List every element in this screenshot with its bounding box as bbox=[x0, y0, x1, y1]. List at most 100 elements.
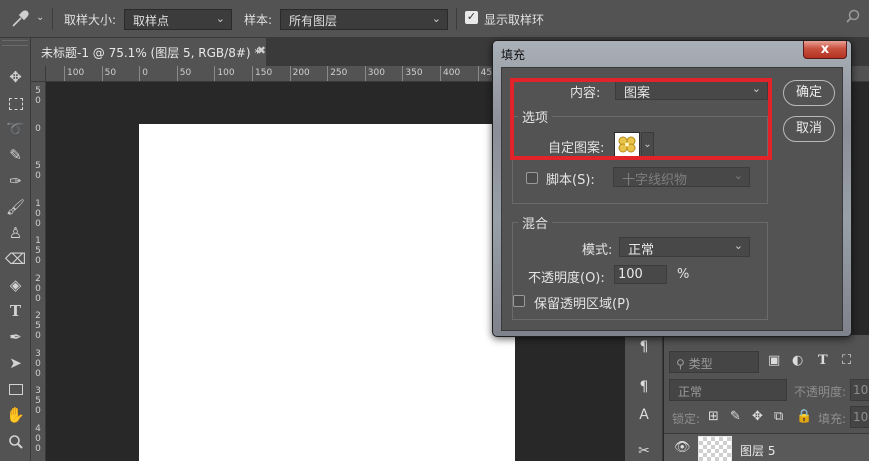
paint-bucket-icon[interactable]: ◈ bbox=[0, 273, 31, 297]
lock-brush-icon[interactable]: ✎ bbox=[730, 409, 741, 424]
sample-value: 所有图层 bbox=[289, 14, 338, 28]
ruler-tick bbox=[176, 66, 178, 81]
panel-grip[interactable] bbox=[2, 40, 28, 46]
lasso-icon[interactable]: ➰ bbox=[0, 117, 31, 141]
ruler-label: 0 bbox=[142, 68, 148, 78]
chevron-down-icon[interactable]: ⌄ bbox=[36, 12, 44, 23]
document-canvas[interactable] bbox=[139, 124, 515, 461]
layer-opacity-input[interactable]: 10 bbox=[850, 379, 869, 401]
brush-icon[interactable]: 🖌 bbox=[0, 195, 31, 219]
layer-blend-mode-value: 正常 bbox=[678, 385, 703, 399]
ruler-label: 50 bbox=[35, 86, 41, 106]
layer-fill-input[interactable]: 10 bbox=[850, 406, 869, 428]
eyedropper-icon[interactable]: ✑ bbox=[0, 169, 31, 193]
show-ring-checkbox[interactable]: ✓ bbox=[465, 11, 478, 24]
ruler-tick bbox=[289, 66, 291, 81]
script-checkbox[interactable] bbox=[526, 172, 538, 184]
adjustment-filter-icon[interactable]: ◐ bbox=[792, 353, 803, 368]
rectangle-icon[interactable] bbox=[0, 377, 31, 401]
zoom-icon[interactable] bbox=[0, 429, 31, 453]
panel-icon-strip: ¶ ¶ A ✂ bbox=[625, 335, 663, 461]
tools-preset-icon[interactable]: ✂ bbox=[633, 443, 655, 459]
layer-blend-mode-select[interactable]: 正常 bbox=[669, 379, 787, 401]
document-tab[interactable]: 未标题-1 @ 75.1% (图层 5, RGB/8#) * ✖ bbox=[31, 38, 266, 66]
path-select-icon[interactable]: ➤ bbox=[0, 351, 31, 375]
hand-icon[interactable]: ✋ bbox=[0, 403, 31, 427]
opacity-input[interactable]: 100 bbox=[614, 265, 667, 284]
marquee-icon[interactable] bbox=[0, 91, 31, 115]
image-filter-icon[interactable]: ▣ bbox=[768, 353, 780, 368]
type-icon[interactable]: T bbox=[0, 299, 31, 323]
character-styles-icon[interactable]: A bbox=[633, 407, 655, 423]
layer-filter-select[interactable]: ⚲ 类型 bbox=[669, 351, 759, 373]
sample-size-label: 取样大小: bbox=[64, 13, 117, 27]
cancel-button[interactable]: 取消 bbox=[783, 116, 835, 142]
layer-filter-value: 类型 bbox=[688, 357, 713, 371]
ruler-label: 200 bbox=[35, 273, 41, 304]
eraser-icon[interactable]: ⌫ bbox=[0, 247, 31, 271]
lock-position-icon[interactable]: ✥ bbox=[752, 409, 763, 424]
dialog-close-button[interactable]: x bbox=[803, 41, 847, 59]
paragraph-styles-icon[interactable]: ¶ bbox=[633, 379, 655, 395]
ruler-tick bbox=[214, 66, 216, 81]
paragraph-icon[interactable]: ¶ bbox=[633, 339, 655, 355]
quick-select-icon[interactable]: ✎ bbox=[0, 143, 31, 167]
ruler-label: 100 bbox=[67, 68, 85, 78]
mode-select[interactable]: 正常 ⌄ bbox=[619, 237, 750, 258]
sample-size-value: 取样点 bbox=[133, 14, 170, 28]
shape-filter-icon[interactable]: ⛶ bbox=[842, 353, 851, 368]
ruler-label: 50 bbox=[35, 161, 41, 181]
lock-all-icon[interactable]: 🔒 bbox=[796, 409, 812, 424]
ruler-tick bbox=[139, 66, 141, 81]
ok-button-label: 确定 bbox=[795, 85, 822, 100]
layer-row[interactable]: 👁 图层 5 bbox=[664, 433, 869, 461]
ruler-label: 100 bbox=[217, 68, 235, 78]
ruler-label: 200 bbox=[292, 68, 310, 78]
search-icon[interactable] bbox=[845, 9, 861, 29]
ruler-tick bbox=[402, 66, 404, 81]
mode-value: 正常 bbox=[628, 243, 655, 258]
ruler-left: 50 0 50 100 150 200 250 300 350 400 bbox=[31, 82, 46, 461]
ruler-label: 300 bbox=[367, 68, 385, 78]
script-select[interactable]: 十字线织物 ⌄ bbox=[613, 167, 750, 188]
ruler-label: 400 bbox=[35, 423, 41, 454]
pen-icon[interactable]: ✒ bbox=[0, 325, 31, 349]
type-filter-icon[interactable]: T bbox=[818, 353, 828, 368]
dialog-body: 内容: 图案 ⌄ 选项 自定图案: ⌄ 脚本(S): 十字线织物 ⌄ 混合 模式… bbox=[501, 67, 843, 331]
ruler-label: 250 bbox=[330, 68, 348, 78]
layers-panel: ⚲ 类型 ▣ ◐ T ⛶ 正常 不透明度: 10 锁定: ⊞ ✎ ✥ ⧉ 🔒 填… bbox=[664, 335, 869, 461]
opacity-value: 100 bbox=[618, 267, 643, 282]
show-ring-label: 显示取样环 bbox=[484, 13, 545, 27]
ruler-tick bbox=[440, 66, 441, 81]
chevron-down-icon: ⌄ bbox=[215, 12, 225, 25]
lock-artboard-icon[interactable]: ⧉ bbox=[774, 409, 783, 424]
preserve-transparency-checkbox[interactable] bbox=[513, 295, 525, 307]
fill-label: 填充: bbox=[818, 412, 847, 426]
ruler-label: 100 bbox=[35, 198, 41, 229]
lock-transparent-icon[interactable]: ⊞ bbox=[708, 409, 719, 424]
ruler-tick bbox=[252, 66, 253, 81]
ok-button[interactable]: 确定 bbox=[783, 80, 835, 106]
layer-name: 图层 5 bbox=[740, 444, 776, 458]
fill-dialog: 填充 x 内容: 图案 ⌄ 选项 自定图案: ⌄ 脚本(S): 十字线织物 ⌄ bbox=[492, 40, 852, 337]
sample-size-select[interactable]: 取样点 ⌄ bbox=[124, 9, 232, 30]
script-value: 十字线织物 bbox=[622, 173, 688, 188]
chevron-down-icon: ⌄ bbox=[733, 169, 743, 182]
layer-opacity-label: 不透明度: bbox=[794, 385, 847, 399]
ruler-label: 350 bbox=[405, 68, 423, 78]
eyedropper-icon[interactable] bbox=[10, 9, 32, 29]
sample-select[interactable]: 所有图层 ⌄ bbox=[280, 9, 448, 30]
stamp-icon[interactable]: ♙ bbox=[0, 221, 31, 245]
ruler-label: 150 bbox=[255, 68, 273, 78]
tools-panel: ✥ ➰ ✎ ✑ 🖌 ♙ ⌫ ◈ T ✒ ➤ ✋ bbox=[0, 38, 31, 461]
close-icon: x bbox=[820, 42, 830, 57]
ruler-tick bbox=[477, 66, 479, 81]
eye-icon[interactable]: 👁 bbox=[674, 440, 691, 455]
close-icon[interactable]: ✖ bbox=[257, 44, 266, 57]
chevron-down-icon: ⌄ bbox=[431, 12, 441, 25]
layer-thumbnail bbox=[698, 436, 732, 461]
divider bbox=[456, 8, 457, 30]
lock-label: 锁定: bbox=[672, 412, 701, 426]
move-icon[interactable]: ✥ bbox=[0, 65, 31, 89]
layer-opacity-value: 10 bbox=[853, 383, 869, 397]
